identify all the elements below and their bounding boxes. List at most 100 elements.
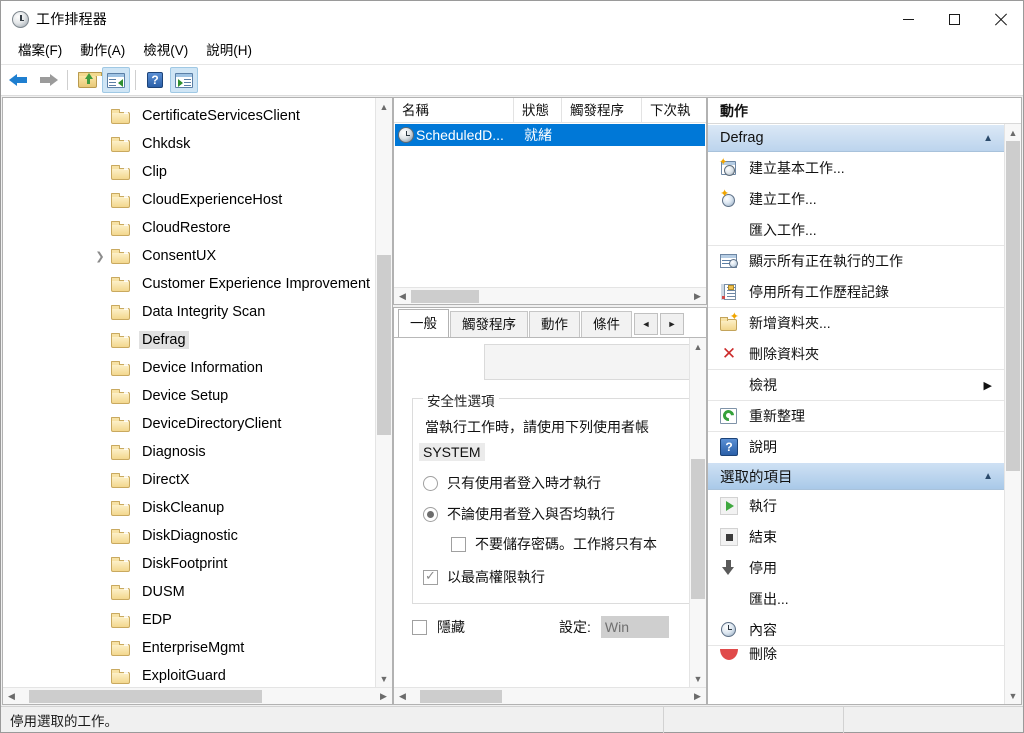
action-item-2-6[interactable]: 刪除 [708, 645, 1004, 661]
tree-item-defrag[interactable]: Defrag [3, 326, 392, 354]
tab-conditions[interactable]: 條件 [581, 311, 632, 337]
minimize-button[interactable] [885, 1, 931, 37]
detail-scroll-thumb[interactable] [691, 459, 705, 599]
tree-item-clip[interactable]: Clip [3, 158, 392, 186]
actions-group-header-defrag[interactable]: Defrag ▲ [708, 124, 1004, 152]
detail-scroll-left-button[interactable]: ◀ [394, 691, 411, 702]
action-item-1-7[interactable]: ✕ 刪除資料夾 [708, 338, 1004, 369]
chevron-right-icon[interactable]: ❯ [89, 250, 111, 263]
actions-vertical-scrollbar[interactable]: ▲ ▼ [1004, 124, 1021, 704]
tree-item-diskfootprint[interactable]: DiskFootprint [3, 550, 392, 578]
actions-scroll-up-button[interactable]: ▲ [1005, 124, 1021, 141]
detail-horizontal-scrollbar[interactable]: ◀ ▶ [394, 687, 706, 704]
detail-scroll-right-button[interactable]: ▶ [689, 691, 706, 702]
tab-actions[interactable]: 動作 [529, 311, 580, 337]
chevron-up-icon[interactable]: ▲ [983, 133, 993, 144]
actions-scroll-down-button[interactable]: ▼ [1005, 687, 1021, 704]
tree-horizontal-scrollbar[interactable]: ◀ ▶ [3, 687, 392, 704]
actions-scroll-track[interactable] [1005, 141, 1021, 687]
action-item-1-10[interactable]: ? 說明 [708, 431, 1004, 462]
column-header-next-run[interactable]: 下次執 [642, 98, 706, 123]
description-readonly-box[interactable] [484, 344, 706, 380]
column-header-status[interactable]: 狀態 [514, 97, 562, 123]
actions-scroll-thumb[interactable] [1006, 141, 1020, 471]
tree-item-consentux[interactable]: ❯ ConsentUX [3, 242, 392, 270]
tree-item-customer-experience-improvement-program[interactable]: Customer Experience Improvement Program [3, 270, 392, 298]
tab-scroll-prev-button[interactable]: ◄ [634, 313, 658, 335]
tree-item-device-information[interactable]: Device Information [3, 354, 392, 382]
task-list-hscroll-thumb[interactable] [411, 289, 479, 303]
tree-item-data-integrity-scan[interactable]: Data Integrity Scan [3, 298, 392, 326]
column-header-name[interactable]: 名稱 [394, 97, 514, 123]
action-item-1-9[interactable]: 重新整理 [708, 400, 1004, 431]
tab-scroll-next-button[interactable]: ► [660, 313, 684, 335]
tree-item-edp[interactable]: EDP [3, 606, 392, 634]
tree-item-cloudrestore[interactable]: CloudRestore [3, 214, 392, 242]
radio-run-whether-logged-on-or-not[interactable]: 不論使用者登入與否均執行 [423, 504, 615, 524]
tree-item-certificateservicesclient[interactable]: CertificateServicesClient [3, 102, 392, 130]
checkbox-do-not-store-password[interactable]: 不要儲存密碼。工作將只有本 [451, 534, 657, 554]
detail-scroll-up-button[interactable]: ▲ [690, 338, 706, 355]
detail-scroll-down-button[interactable]: ▼ [690, 670, 706, 687]
tree-scroll-track[interactable] [376, 115, 392, 670]
tree-hscroll-thumb[interactable] [29, 689, 262, 703]
tree-scroll-right-button[interactable]: ▶ [375, 691, 392, 702]
action-item-2-4[interactable]: 匯出... [708, 583, 1004, 614]
task-list-scroll-right-button[interactable]: ▶ [689, 291, 706, 302]
action-item-2-5[interactable]: 內容 [708, 614, 1004, 645]
tree-scroll-down-button[interactable]: ▼ [376, 670, 392, 687]
menu-view[interactable]: 檢視(V) [134, 39, 197, 63]
action-item-1-4[interactable]: 顯示所有正在執行的工作 [708, 245, 1004, 276]
action-item-1-5[interactable]: 停用所有工作歷程記錄 [708, 276, 1004, 307]
tree-item-directx[interactable]: DirectX [3, 466, 392, 494]
close-button[interactable] [977, 1, 1023, 37]
action-item-1-8[interactable]: 檢視 ▶ [708, 369, 1004, 400]
task-list-scroll-left-button[interactable]: ◀ [394, 291, 411, 302]
tree-item-diskdiagnostic[interactable]: DiskDiagnostic [3, 522, 392, 550]
tree-scroll-left-button[interactable]: ◀ [3, 691, 20, 702]
tree-item-diagnosis[interactable]: Diagnosis [3, 438, 392, 466]
action-item-1-2[interactable]: ✦ 建立工作... [708, 183, 1004, 214]
checkbox-run-with-highest-privileges[interactable]: 以最高權限執行 [423, 567, 545, 587]
tree-scroll-thumb[interactable] [377, 255, 391, 435]
detail-vertical-scrollbar[interactable]: ▲ ▼ [689, 338, 706, 687]
chevron-up-icon[interactable]: ▲ [983, 471, 993, 482]
toolbar-help[interactable]: ? [141, 67, 169, 93]
task-list-horizontal-scrollbar[interactable]: ◀ ▶ [394, 287, 706, 304]
checkbox-hidden[interactable] [412, 619, 427, 635]
toolbar-back[interactable] [5, 67, 33, 93]
tree-vertical-scrollbar[interactable]: ▲ ▼ [375, 98, 392, 687]
tree-item-dusm[interactable]: DUSM [3, 578, 392, 606]
tree-item-diskcleanup[interactable]: DiskCleanup [3, 494, 392, 522]
tab-general[interactable]: 一般 [398, 309, 449, 337]
menu-file[interactable]: 檔案(F) [9, 39, 71, 63]
toolbar-show-console-tree[interactable] [102, 67, 130, 93]
action-item-2-3[interactable]: 停用 [708, 552, 1004, 583]
tree-item-devicedirectoryclient[interactable]: DeviceDirectoryClient [3, 410, 392, 438]
table-row[interactable]: ScheduledD... 就緒 [395, 124, 705, 146]
action-item-1-3[interactable]: 匯入工作... [708, 214, 1004, 245]
menu-action[interactable]: 動作(A) [71, 39, 134, 63]
toolbar-up-one-level[interactable] [73, 67, 102, 93]
tab-triggers[interactable]: 觸發程序 [450, 311, 528, 337]
tree-item-chkdsk[interactable]: Chkdsk [3, 130, 392, 158]
tree-hscroll-track[interactable] [20, 689, 375, 704]
toolbar-forward[interactable] [34, 67, 62, 93]
task-list-hscroll-track[interactable] [411, 289, 689, 304]
detail-hscroll-thumb[interactable] [420, 689, 502, 703]
toolbar-show-action-pane[interactable] [170, 67, 198, 93]
tree-scroll-up-button[interactable]: ▲ [376, 98, 392, 115]
detail-hscroll-track[interactable] [411, 689, 689, 704]
tree-item-enterprisemgmt[interactable]: EnterpriseMgmt [3, 634, 392, 662]
action-item-1-6[interactable]: ✦ 新增資料夾... [708, 307, 1004, 338]
tree-item-cloudexperiencehost[interactable]: CloudExperienceHost [3, 186, 392, 214]
detail-scroll-track[interactable] [690, 355, 706, 670]
action-item-2-1[interactable]: 執行 [708, 490, 1004, 521]
column-header-triggers[interactable]: 觸發程序 [562, 97, 642, 123]
action-item-2-2[interactable]: 結束 [708, 521, 1004, 552]
action-item-1-1[interactable]: ✦ 建立基本工作... [708, 152, 1004, 183]
radio-run-only-when-logged-on[interactable]: 只有使用者登入時才執行 [423, 473, 601, 493]
tree-scroll-area[interactable]: CertificateServicesClient Chkdsk Clip Cloud… [3, 98, 392, 687]
tree-item-exploitguard[interactable]: ExploitGuard [3, 662, 392, 687]
configure-for-dropdown[interactable]: Win [600, 616, 669, 638]
